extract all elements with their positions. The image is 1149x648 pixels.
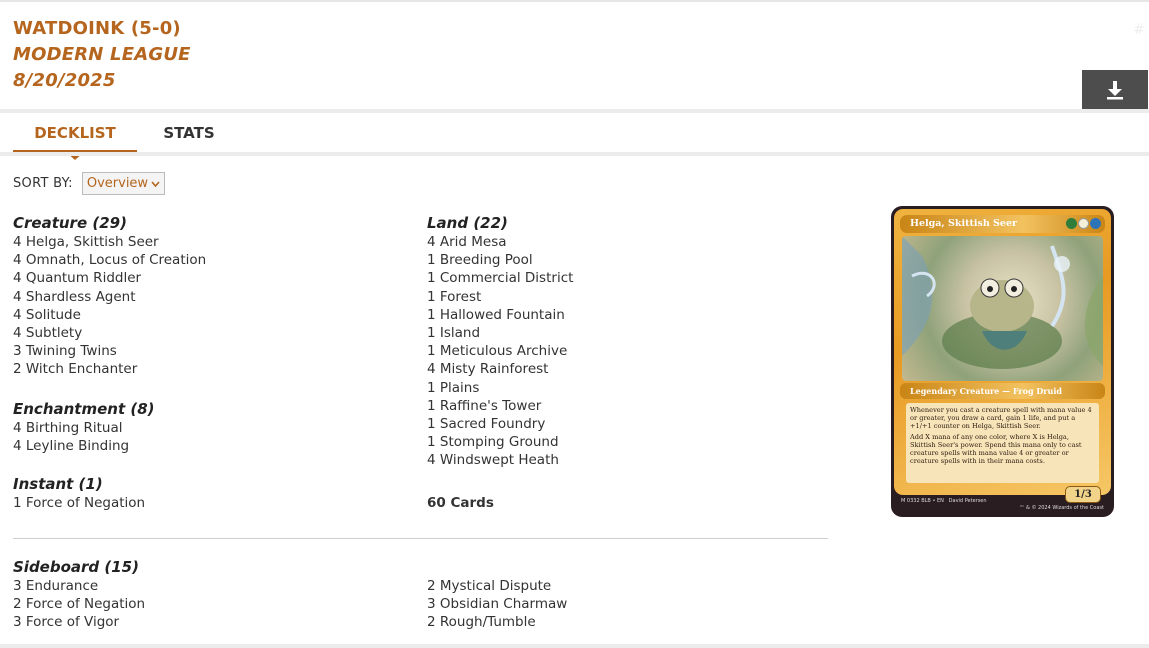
event-date: 8/20/2025 bbox=[13, 70, 116, 91]
event-name: MODERN LEAGUE bbox=[13, 44, 191, 65]
section-title-enchantment: Enchantment (8) bbox=[13, 399, 155, 418]
list-item[interactable]: 2 Witch Enchanter bbox=[13, 360, 393, 378]
blue-mana-icon bbox=[1090, 218, 1101, 229]
card-total: 60 Cards bbox=[427, 494, 494, 511]
list-item[interactable]: 1 Forest bbox=[427, 288, 807, 306]
creature-list: 4 Helga, Skittish Seer 4 Omnath, Locus o… bbox=[13, 233, 393, 379]
list-item[interactable]: 4 Subtlety bbox=[13, 324, 393, 342]
card-name-bar: Helga, Skittish Seer bbox=[900, 215, 1105, 233]
sort-selected-value: Overview bbox=[86, 176, 149, 191]
list-item[interactable]: 1 Stomping Ground bbox=[427, 433, 807, 451]
list-item[interactable]: 3 Twining Twins bbox=[13, 342, 393, 360]
list-item[interactable]: 1 Hallowed Fountain bbox=[427, 306, 807, 324]
list-item[interactable]: 2 Rough/Tumble bbox=[427, 613, 807, 631]
list-item[interactable]: 4 Arid Mesa bbox=[427, 233, 807, 251]
card-type-line: Legendary Creature — Frog Druid bbox=[900, 383, 1105, 399]
card-preview-image: Helga, Skittish Seer Legendary Creature … bbox=[891, 206, 1114, 517]
card-footer: M 0332 BLB • EN David Petersen ™ & © 202… bbox=[901, 498, 1104, 514]
sort-control: SORT BY: Overview bbox=[13, 172, 165, 195]
sort-label: SORT BY: bbox=[13, 176, 73, 191]
list-item[interactable]: 1 Island bbox=[427, 324, 807, 342]
card-frame: Helga, Skittish Seer Legendary Creature … bbox=[894, 209, 1111, 503]
list-item[interactable]: 4 Leyline Binding bbox=[13, 437, 393, 455]
instant-list: 1 Force of Negation bbox=[13, 494, 393, 512]
card-name: Helga, Skittish Seer bbox=[910, 218, 1017, 229]
section-title-sideboard: Sideboard (15) bbox=[13, 558, 139, 576]
card-rules-text: Whenever you cast a creature spell with … bbox=[906, 403, 1099, 483]
list-item[interactable]: 1 Raffine's Tower bbox=[427, 397, 807, 415]
rules-text-1: Whenever you cast a creature spell with … bbox=[910, 406, 1092, 431]
deck-title: WATDOINK (5-0) bbox=[13, 18, 181, 39]
bottom-border bbox=[0, 644, 1149, 648]
list-item[interactable]: 4 Birthing Ritual bbox=[13, 419, 393, 437]
decklist-left-column: Creature (29) 4 Helga, Skittish Seer 4 O… bbox=[13, 213, 393, 512]
list-item[interactable]: 4 Windswept Heath bbox=[427, 451, 807, 469]
list-item[interactable]: 4 Misty Rainforest bbox=[427, 360, 807, 378]
land-list: 4 Arid Mesa 1 Breeding Pool 1 Commercial… bbox=[427, 233, 807, 470]
tab-stats[interactable]: STATS bbox=[153, 113, 225, 153]
list-item[interactable]: 1 Meticulous Archive bbox=[427, 342, 807, 360]
section-title-instant: Instant (1) bbox=[13, 475, 103, 494]
sideboard-left-column: Sideboard (15) 3 Endurance 2 Force of Ne… bbox=[13, 557, 393, 632]
sort-select[interactable]: Overview bbox=[81, 172, 165, 195]
section-title-creature: Creature (29) bbox=[13, 214, 127, 232]
list-item[interactable]: 1 Force of Negation bbox=[13, 494, 393, 512]
list-item[interactable]: 1 Plains bbox=[427, 379, 807, 397]
list-item[interactable]: 4 Omnath, Locus of Creation bbox=[13, 251, 393, 269]
enchantment-list: 4 Birthing Ritual 4 Leyline Binding bbox=[13, 419, 393, 455]
download-button[interactable] bbox=[1082, 70, 1148, 109]
white-mana-icon bbox=[1078, 218, 1089, 229]
anchor-link[interactable]: # bbox=[1133, 22, 1145, 38]
list-item[interactable]: 1 Commercial District bbox=[427, 269, 807, 287]
list-item[interactable]: 4 Helga, Skittish Seer bbox=[13, 233, 393, 251]
chevron-down-icon bbox=[151, 180, 160, 187]
sideboard-divider bbox=[13, 538, 828, 539]
artist-name: David Petersen bbox=[948, 498, 987, 504]
rules-text-2: Add X mana of any one color, where X is … bbox=[910, 432, 1082, 466]
top-border bbox=[0, 0, 1149, 2]
list-item[interactable]: 1 Sacred Foundry bbox=[427, 415, 807, 433]
list-item[interactable]: 3 Force of Vigor bbox=[13, 613, 393, 631]
sideboard-right-column: 2 Mystical Dispute 3 Obsidian Charmaw 2 … bbox=[427, 577, 807, 632]
tabs-divider bbox=[0, 152, 1149, 156]
list-item[interactable]: 3 Endurance bbox=[13, 577, 393, 595]
green-mana-icon bbox=[1066, 218, 1077, 229]
collector-info: M 0332 BLB • EN bbox=[901, 498, 944, 504]
list-item[interactable]: 4 Quantum Riddler bbox=[13, 269, 393, 287]
list-item[interactable]: 4 Solitude bbox=[13, 306, 393, 324]
deck-header: WATDOINK (5-0) MODERN LEAGUE 8/20/2025 bbox=[13, 16, 191, 94]
frog-druid-artwork bbox=[902, 236, 1103, 381]
list-item[interactable]: 3 Obsidian Charmaw bbox=[427, 595, 807, 613]
download-icon bbox=[1107, 80, 1123, 99]
section-title-land: Land (22) bbox=[427, 214, 508, 232]
tab-decklist[interactable]: DECKLIST bbox=[13, 113, 137, 153]
list-item[interactable]: 1 Breeding Pool bbox=[427, 251, 807, 269]
list-item[interactable]: 2 Force of Negation bbox=[13, 595, 393, 613]
list-item[interactable]: 4 Shardless Agent bbox=[13, 288, 393, 306]
copyright: ™ & © 2024 Wizards of the Coast bbox=[1019, 505, 1104, 511]
artwork-illustration bbox=[902, 236, 1103, 369]
list-item[interactable]: 2 Mystical Dispute bbox=[427, 577, 807, 595]
decklist-right-column: Land (22) 4 Arid Mesa 1 Breeding Pool 1 … bbox=[427, 213, 807, 511]
